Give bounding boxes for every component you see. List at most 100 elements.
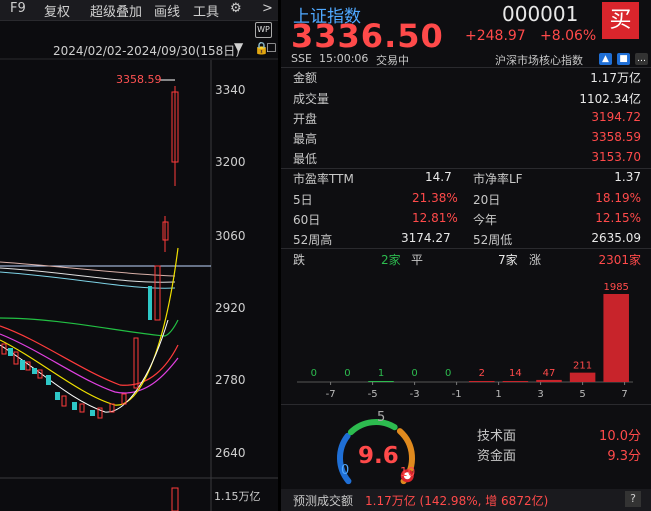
index-code: 000001 xyxy=(502,2,579,26)
d5-label: 5日 xyxy=(293,193,313,207)
buy-button[interactable]: 买 xyxy=(602,2,639,39)
wp-icon[interactable]: WP xyxy=(255,22,272,38)
help-icon[interactable]: ? xyxy=(625,491,641,507)
bar-value-label: 14 xyxy=(509,368,522,379)
stat-label: 成交量 xyxy=(293,92,330,106)
d5-value: 21.38% xyxy=(412,191,458,205)
x-tick-label: -1 xyxy=(452,389,462,400)
gear-icon[interactable]: ⚙ xyxy=(230,1,242,16)
y-tick: 2780 xyxy=(215,373,246,387)
bar-value-label: 1985 xyxy=(603,282,628,293)
stat-value: 3153.70 xyxy=(591,150,641,164)
d60-label: 60日 xyxy=(293,213,321,227)
stat-label: 开盘 xyxy=(293,112,318,126)
f9-button[interactable]: F9 xyxy=(10,1,26,16)
x-tick-label: 3 xyxy=(537,389,543,400)
more-icon[interactable]: > xyxy=(262,1,273,16)
bar-value-label: 47 xyxy=(543,368,556,379)
high-price-label: 3358.59 xyxy=(116,73,162,86)
gauge-score: 9.6 xyxy=(358,443,399,469)
tech-score-label: 技术面 xyxy=(477,429,517,444)
fuquan-button[interactable]: 复权 xyxy=(44,1,70,20)
pe-value: 14.7 xyxy=(425,170,452,184)
w52h-value: 3174.27 xyxy=(401,231,451,245)
bar-value-label: 0 xyxy=(411,368,417,379)
stat-label: 最高 xyxy=(293,132,318,146)
price-change: +248.97 xyxy=(465,28,526,44)
histogram-bar xyxy=(368,381,394,382)
gauge-max-label: 10 xyxy=(400,465,416,479)
bar-value-label: 1 xyxy=(378,368,384,379)
divider xyxy=(281,248,651,249)
d20-label: 20日 xyxy=(473,193,501,207)
stat-value: 1102.34亿 xyxy=(579,92,641,106)
x-tick-label: 1 xyxy=(495,389,501,400)
exchange-label: SSE xyxy=(291,52,312,65)
stat-label: 最低 xyxy=(293,152,318,166)
price-change-pct: +8.06% xyxy=(540,28,597,44)
divider xyxy=(281,168,651,169)
y-tick: 3200 xyxy=(215,155,246,169)
index-category[interactable]: 沪深市场核心指数 xyxy=(495,52,583,68)
volume-label: 1.15万亿 xyxy=(214,490,261,503)
ytd-value: 12.15% xyxy=(595,211,641,225)
d60-value: 12.81% xyxy=(412,211,458,225)
fund-score-label: 资金面 xyxy=(477,449,517,464)
dropdown-icon[interactable]: ▼ xyxy=(234,40,243,54)
w52l-value: 2635.09 xyxy=(591,231,641,245)
kline-chart-panel[interactable]: F9 复权 超级叠加 画线 工具 ⚙ > WP 2024/02/02-2024/… xyxy=(0,0,278,511)
tech-score-value: 10.0分 xyxy=(599,429,641,444)
more-dots-icon[interactable]: … xyxy=(635,53,648,65)
ytd-label: 今年 xyxy=(473,213,498,227)
flat-count: 7家 xyxy=(498,253,518,267)
fund-score-value: 9.3分 xyxy=(607,449,641,464)
gauge-arc-mid xyxy=(347,419,398,436)
up-label: 涨 xyxy=(529,253,542,267)
y-tick: 2640 xyxy=(215,446,246,460)
tools-button[interactable]: 工具 xyxy=(193,1,219,20)
stat-value: 3194.72 xyxy=(591,110,641,124)
x-tick-label: -7 xyxy=(326,389,336,400)
down-label: 跌 xyxy=(293,253,306,267)
date-range: 2024/02/02-2024/09/30(158日) xyxy=(53,44,240,58)
draw-button[interactable]: 画线 xyxy=(154,1,180,20)
bar-value-label: 2 xyxy=(479,368,485,379)
bar-value-label: 0 xyxy=(445,368,451,379)
gauge-mid-label: 5 xyxy=(377,410,386,425)
x-tick-label: 7 xyxy=(621,389,627,400)
pb-value: 1.37 xyxy=(614,170,641,184)
stat-label: 金额 xyxy=(293,71,318,85)
overlay-button[interactable]: 超级叠加 xyxy=(90,1,142,20)
y-tick: 3060 xyxy=(215,229,246,243)
histogram-bar xyxy=(502,381,529,382)
bookmark-icon[interactable]: ■ xyxy=(617,53,630,65)
histogram-bar xyxy=(569,372,596,382)
histogram-bar xyxy=(536,379,562,382)
change-distribution-chart: 0 0 1 0 0 2 14 47 211 1985 -7 -5 -3 -1 1 3 5 7 xyxy=(297,282,633,400)
bar-value-label: 0 xyxy=(344,368,350,379)
up-count: 2301家 xyxy=(598,253,641,267)
y-tick: 3340 xyxy=(215,83,246,97)
expand-icon[interactable]: ☐ xyxy=(266,41,277,55)
divider xyxy=(281,404,651,405)
flat-label: 平 xyxy=(411,253,424,267)
pb-label: 市净率LF xyxy=(473,172,523,186)
d20-value: 18.19% xyxy=(595,191,641,205)
divider xyxy=(281,67,651,68)
forecast-value: 1.17万亿 (142.98%, 增 6872亿) xyxy=(365,494,549,508)
pe-label: 市盈率TTM xyxy=(293,172,354,186)
bell-icon[interactable]: ▲ xyxy=(599,53,612,65)
stat-value: 1.17万亿 xyxy=(590,71,641,85)
w52h-label: 52周高 xyxy=(293,233,333,247)
current-price: 3336.50 xyxy=(291,17,444,55)
x-tick-label: -5 xyxy=(368,389,378,400)
chart-toolbar: F9 复权 超级叠加 画线 工具 ⚙ > xyxy=(0,0,278,21)
x-tick-label: -3 xyxy=(410,389,420,400)
histogram-bar xyxy=(603,294,629,382)
histogram-bar xyxy=(469,381,495,382)
quote-panel: 上证指数 000001 买 3336.50 +248.97 +8.06% SSE… xyxy=(281,0,651,511)
w52l-label: 52周低 xyxy=(473,233,513,247)
x-tick-label: 5 xyxy=(579,389,585,400)
down-count: 2家 xyxy=(381,253,401,267)
forecast-bar: 预测成交额 1.17万亿 (142.98%, 增 6872亿) ? xyxy=(281,489,651,511)
